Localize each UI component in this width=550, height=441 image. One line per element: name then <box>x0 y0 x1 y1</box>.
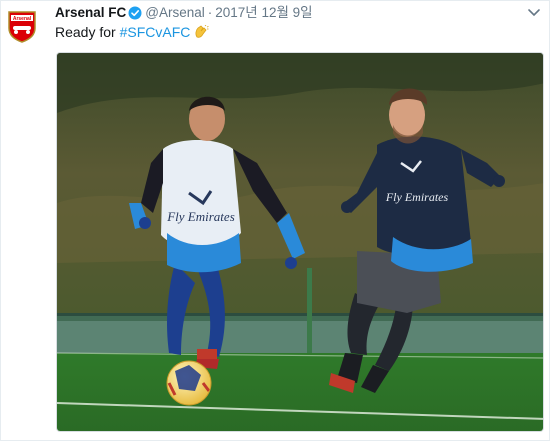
fence <box>57 315 543 353</box>
avatar[interactable]: Arsenal <box>7 10 37 43</box>
tweet-text-prefix: Ready for <box>55 24 116 40</box>
clapping-hands-icon <box>194 24 210 44</box>
football <box>166 360 212 406</box>
tweet-photo[interactable]: Fly Emirates Fly Emirates <box>56 52 544 432</box>
tweet-text: Ready for #SFCvAFC <box>55 23 210 44</box>
chevron-down-icon[interactable] <box>527 6 541 18</box>
author-handle[interactable]: @Arsenal <box>145 5 204 20</box>
left-shirt-sponsor: Fly Emirates <box>166 209 235 224</box>
hashtag-link[interactable]: #SFCvAFC <box>120 24 191 40</box>
tweet-header: Arsenal FC @Arsenal · 2017년 12월 9일 <box>55 4 313 22</box>
tweet-date[interactable]: 2017년 12월 9일 <box>215 5 312 20</box>
author-name[interactable]: Arsenal FC <box>55 5 126 20</box>
pitch <box>57 353 543 431</box>
separator-dot: · <box>207 5 213 20</box>
avatar-crest-text: Arsenal <box>13 16 32 22</box>
right-shirt-sponsor: Fly Emirates <box>385 190 449 204</box>
verified-badge-icon <box>128 6 142 20</box>
tweet-card: Arsenal Arsenal FC @Arsenal · 2017년 12월 9일 … <box>0 0 550 441</box>
